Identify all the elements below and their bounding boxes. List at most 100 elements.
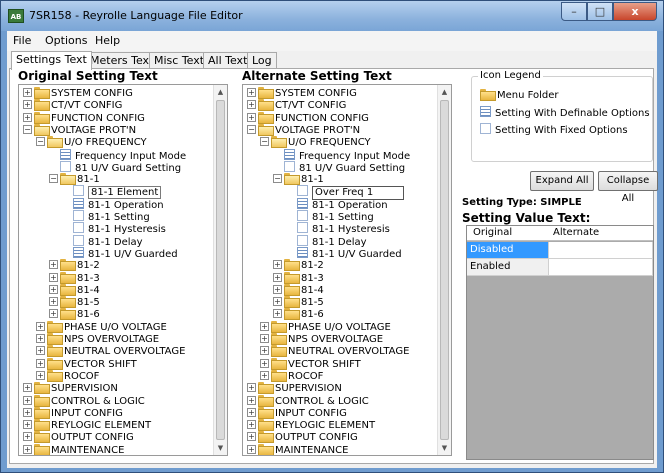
tree-node[interactable]: +81-2 [273,259,324,272]
tree-node[interactable]: + ROCOF [36,369,99,382]
tree-node[interactable]: + PHASE U/O VOLTAGE [260,320,391,333]
tree-node[interactable]: − 81-1 [49,173,100,186]
menu-options[interactable]: Options [45,34,87,47]
tree-node[interactable]: + MAINTENANCE [23,443,124,455]
tree-node[interactable]: 81-1 Operation [62,197,164,211]
tree-node[interactable]: +81-4 [273,283,324,296]
expand-icon[interactable]: + [23,112,32,122]
tree-node[interactable]: 81-1 Hysteresis [62,222,166,235]
tab-all-text[interactable]: All Text [203,52,253,69]
grid-cell-alternate[interactable] [549,242,653,259]
tree-node[interactable]: − 81-1 [273,173,324,186]
tree-node[interactable]: +81-6 [273,308,324,321]
expand-icon[interactable]: + [49,260,58,270]
scroll-up-icon[interactable]: ▲ [214,85,227,99]
tree-node[interactable]: + CONTROL & LOGIC [23,394,145,407]
expand-icon[interactable]: + [23,395,32,405]
table-row[interactable]: Disabled [467,242,653,259]
expand-icon[interactable]: + [247,407,256,417]
tree-node[interactable]: − VOLTAGE PROT'N [247,123,360,136]
tree-node[interactable]: + FUNCTION CONFIG [23,111,145,124]
tree-node[interactable]: 81-1 U/V Guarded [286,246,402,260]
tree-node[interactable]: 81-1 Element [62,185,162,200]
tab-misc-text[interactable]: Misc Text [149,52,210,69]
tree-node[interactable]: + INPUT CONFIG [247,406,347,419]
tree-node[interactable]: + OUTPUT CONFIG [247,431,358,444]
tree-node[interactable]: + VECTOR SHIFT [36,357,137,370]
expand-icon[interactable]: + [247,88,256,97]
scroll-down-icon[interactable]: ▼ [214,441,227,455]
tree-node[interactable]: + SUPERVISION [247,382,342,395]
tree-node[interactable]: Over Freq 1 [286,185,405,201]
tree-node[interactable]: 81-1 Operation [286,197,388,211]
tree-node[interactable]: +81-2 [49,259,100,272]
expand-icon[interactable]: + [49,297,58,307]
tree-node[interactable]: Frequency Input Mode [273,148,410,162]
tree-node[interactable]: − U/O FREQUENCY [260,136,371,149]
grid-cell-original[interactable]: Disabled [467,242,549,259]
tree-node[interactable]: + SYSTEM CONFIG [23,87,133,99]
tree-node[interactable]: + FUNCTION CONFIG [247,111,369,124]
collapse-icon[interactable]: − [36,137,45,147]
scroll-thumb[interactable] [440,100,449,440]
expand-icon[interactable]: + [247,383,256,393]
expand-icon[interactable]: + [247,100,256,110]
scroll-up-icon[interactable]: ▲ [438,85,451,99]
minimize-button[interactable]: – [561,2,587,21]
expand-icon[interactable]: + [273,309,282,319]
menu-file[interactable]: File [13,34,31,47]
tree-node[interactable]: +81-6 [49,308,100,321]
expand-icon[interactable]: + [49,284,58,294]
collapse-icon[interactable]: − [23,124,32,134]
expand-icon[interactable]: + [247,112,256,122]
alternate-tree[interactable]: ▲ ▼ + SYSTEM CONFIG + CT/VT CONFIG + FUNCTION… [242,84,452,456]
expand-icon[interactable]: + [247,444,256,454]
expand-icon[interactable]: + [23,407,32,417]
maximize-button[interactable]: □ [587,2,613,21]
expand-icon[interactable]: + [36,370,45,380]
expand-icon[interactable]: + [36,334,45,343]
tree-node[interactable]: + REYLOGIC ELEMENT [23,419,151,432]
tree-node[interactable]: − VOLTAGE PROT'N [23,123,136,136]
expand-icon[interactable]: + [49,272,58,282]
tree-node[interactable]: + REYLOGIC ELEMENT [247,419,375,432]
expand-icon[interactable]: + [23,432,32,442]
collapse-icon[interactable]: − [49,174,58,184]
expand-icon[interactable]: + [247,420,256,430]
tree-node[interactable]: + NEUTRAL OVERVOLTAGE [260,345,409,358]
collapse-all-button[interactable]: Collapse All [598,171,658,204]
expand-icon[interactable]: + [260,334,269,343]
tree-node[interactable]: − U/O FREQUENCY [36,136,147,149]
tree-node[interactable]: 81-1 U/V Guarded [62,246,178,260]
original-tree[interactable]: ▲ ▼ + SYSTEM CONFIG + CT/VT CONFIG + FUNCTION… [18,84,228,456]
tree-node[interactable]: 81 U/V Guard Setting [273,160,405,174]
setting-value-grid[interactable]: Original Alternate Disabled Enabled [466,225,654,460]
collapse-icon[interactable]: − [260,137,269,147]
tab-settings-text[interactable]: Settings Text [11,51,92,70]
expand-icon[interactable]: + [260,370,269,380]
expand-icon[interactable]: + [23,383,32,393]
expand-icon[interactable]: + [49,309,58,319]
tree-node[interactable]: + VECTOR SHIFT [260,357,361,370]
expand-icon[interactable]: + [23,420,32,430]
scroll-thumb[interactable] [216,100,225,440]
tree-node[interactable]: + MAINTENANCE [247,443,348,455]
expand-icon[interactable]: + [273,272,282,282]
table-row[interactable]: Enabled [467,259,653,276]
tree-node[interactable]: + INPUT CONFIG [23,406,123,419]
grid-cell-original[interactable]: Enabled [467,259,549,276]
tree-node[interactable]: + OUTPUT CONFIG [23,431,134,444]
collapse-icon[interactable]: − [247,124,256,134]
tree-node[interactable]: 81-1 Delay [286,234,367,248]
expand-icon[interactable]: + [260,358,269,368]
tab-log[interactable]: Log [247,52,277,69]
tab-meters-text[interactable]: Meters Text [85,52,159,69]
expand-icon[interactable]: + [36,358,45,368]
title-bar[interactable]: AB 7SR158 - Reyrolle Language File Edito… [1,1,663,31]
tree-node[interactable]: + SUPERVISION [23,382,118,395]
close-button[interactable]: x [613,2,657,21]
tree-node[interactable]: + CT/VT CONFIG [23,99,122,112]
tree-node[interactable]: +81-5 [49,296,100,309]
tree-node[interactable]: + ROCOF [260,369,323,382]
tree-node[interactable]: +81-4 [49,283,100,296]
